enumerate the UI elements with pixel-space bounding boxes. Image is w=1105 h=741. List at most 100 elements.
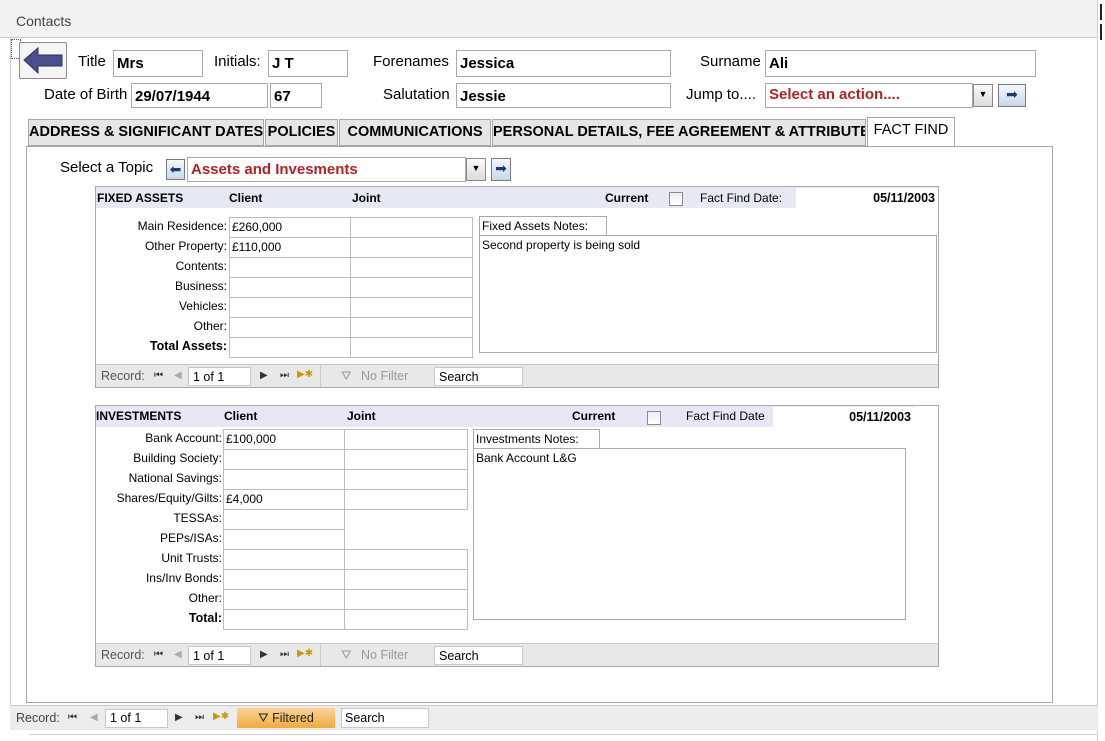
client-value-field[interactable] — [223, 549, 345, 570]
client-value-field[interactable] — [229, 297, 351, 318]
joint-value-field[interactable] — [344, 569, 468, 590]
client-value-field[interactable]: £100,000 — [223, 429, 345, 450]
back-arrow-icon — [23, 46, 63, 75]
client-value-field[interactable] — [229, 337, 351, 358]
client-value-field[interactable] — [229, 317, 351, 338]
new-record-icon[interactable]: ▶✱ — [297, 648, 313, 659]
fixed-assets-notes-label: Fixed Assets Notes: — [479, 216, 607, 236]
fact-find-date-field[interactable]: 05/11/2003 — [796, 188, 938, 208]
client-value-field[interactable]: £260,000 — [229, 217, 351, 238]
forenames-field[interactable]: Jessica — [456, 50, 671, 77]
search-input[interactable]: Search — [434, 367, 523, 386]
fixed-assets-header: FIXED ASSETS Client Joint Current Fact F… — [96, 187, 938, 208]
client-value-field[interactable] — [223, 609, 345, 630]
joint-value-field[interactable] — [350, 217, 473, 238]
client-value-field[interactable] — [223, 569, 345, 590]
jump-go-button[interactable]: ➡ — [998, 84, 1026, 107]
record-position[interactable]: 1 of 1 — [105, 709, 168, 728]
investments-notes-field[interactable]: Bank Account L&G — [473, 448, 906, 620]
row-label: Contents: — [175, 259, 227, 273]
forenames-label: Forenames — [373, 53, 449, 70]
joint-column-header: Joint — [347, 409, 376, 423]
joint-value-field[interactable] — [350, 317, 473, 338]
client-value-field[interactable]: £110,000 — [229, 237, 351, 258]
fixed-assets-notes-field[interactable]: Second property is being sold — [479, 235, 937, 353]
record-position[interactable]: 1 of 1 — [188, 367, 251, 386]
next-record-icon[interactable]: ▶ — [260, 649, 268, 660]
client-column-header: Client — [229, 191, 263, 205]
next-record-icon[interactable]: ▶ — [260, 370, 268, 381]
joint-value-field[interactable] — [350, 337, 473, 358]
surname-field[interactable]: Ali — [765, 50, 1036, 77]
record-label: Record: — [101, 648, 145, 662]
fact-find-date-field[interactable]: 05/11/2003 — [773, 407, 914, 427]
search-input[interactable]: Search — [341, 708, 429, 728]
joint-value-field[interactable] — [344, 609, 468, 630]
current-label: Current — [572, 409, 616, 423]
joint-value-field[interactable] — [344, 429, 468, 450]
first-record-icon[interactable]: ⏮ — [154, 649, 163, 660]
client-value-field[interactable] — [223, 589, 345, 610]
filtered-toggle[interactable]: ⛛ Filtered — [237, 708, 335, 728]
title-field[interactable]: Mrs — [113, 50, 203, 77]
row-label: Unit Trusts: — [161, 551, 222, 565]
last-record-icon[interactable]: ⏭ — [280, 649, 289, 660]
last-record-icon[interactable]: ⏭ — [280, 370, 289, 381]
client-column-header: Client — [224, 409, 258, 423]
salutation-field[interactable]: Jessie — [456, 83, 671, 108]
client-value-field[interactable] — [229, 277, 351, 298]
first-record-icon[interactable]: ⏮ — [68, 712, 77, 723]
arrow-left-icon: ⬅ — [169, 161, 182, 177]
joint-value-field[interactable] — [344, 449, 468, 470]
right-scrollbar[interactable] — [1097, 0, 1105, 741]
topic-dropdown-button[interactable]: ▼ — [466, 158, 486, 181]
client-value-field[interactable] — [223, 469, 345, 490]
topic-combo[interactable]: Assets and Invesments — [187, 157, 466, 182]
topic-prev-button[interactable]: ⬅ — [166, 159, 185, 180]
jump-dropdown-button[interactable]: ▼ — [973, 84, 993, 107]
joint-value-field[interactable] — [350, 277, 473, 298]
current-checkbox[interactable] — [669, 192, 683, 206]
horizontal-scrollbar[interactable] — [30, 734, 1098, 737]
dob-field[interactable]: 29/07/1944 — [131, 83, 268, 108]
joint-value-field[interactable] — [350, 297, 473, 318]
jump-combo[interactable]: Select an action.... — [765, 83, 973, 108]
record-position[interactable]: 1 of 1 — [188, 646, 251, 665]
tab-communications[interactable]: COMMUNICATIONS — [339, 119, 491, 146]
row-label: Shares/Equity/Gilts: — [116, 491, 222, 505]
client-value-field[interactable] — [223, 529, 345, 550]
next-record-icon[interactable]: ▶ — [175, 712, 183, 723]
search-input[interactable]: Search — [434, 646, 523, 665]
fixed-assets-heading: FIXED ASSETS — [97, 191, 184, 205]
fact-find-date-label: Fact Find Date — [686, 409, 765, 423]
current-checkbox[interactable] — [647, 411, 661, 425]
joint-value-field[interactable] — [350, 257, 473, 278]
fixed-assets-record-nav: Record: ⏮ ◀ 1 of 1 ▶ ⏭ ▶✱ ⛛ No Filter Se… — [96, 364, 938, 387]
tab-personal-details[interactable]: PERSONAL DETAILS, FEE AGREEMENT & ATTRIB… — [492, 119, 866, 146]
client-value-field[interactable] — [223, 449, 345, 470]
joint-value-field[interactable] — [344, 469, 468, 490]
client-value-field[interactable]: £4,000 — [223, 489, 345, 510]
prev-record-icon[interactable]: ◀ — [174, 649, 182, 660]
initials-field[interactable]: J T — [268, 50, 348, 77]
last-record-icon[interactable]: ⏭ — [195, 712, 204, 723]
new-record-icon[interactable]: ▶✱ — [297, 369, 313, 380]
client-value-field[interactable] — [229, 257, 351, 278]
tab-address[interactable]: ADDRESS & SIGNIFICANT DATES — [28, 119, 264, 146]
tab-fact-find[interactable]: FACT FIND — [867, 117, 955, 147]
prev-record-icon[interactable]: ◀ — [90, 712, 98, 723]
back-button[interactable] — [19, 42, 67, 79]
first-record-icon[interactable]: ⏮ — [154, 370, 163, 381]
arrow-right-icon: ➡ — [1006, 86, 1018, 102]
no-filter-button[interactable]: No Filter — [361, 369, 408, 383]
prev-record-icon[interactable]: ◀ — [174, 370, 182, 381]
no-filter-button[interactable]: No Filter — [361, 648, 408, 662]
joint-value-field[interactable] — [344, 549, 468, 570]
topic-next-button[interactable]: ➡ — [491, 158, 511, 181]
tab-policies[interactable]: POLICIES — [265, 119, 338, 146]
joint-value-field[interactable] — [350, 237, 473, 258]
new-record-icon[interactable]: ▶✱ — [213, 711, 229, 722]
client-value-field[interactable] — [223, 509, 345, 530]
joint-value-field[interactable] — [344, 589, 468, 610]
joint-value-field[interactable] — [344, 489, 468, 510]
